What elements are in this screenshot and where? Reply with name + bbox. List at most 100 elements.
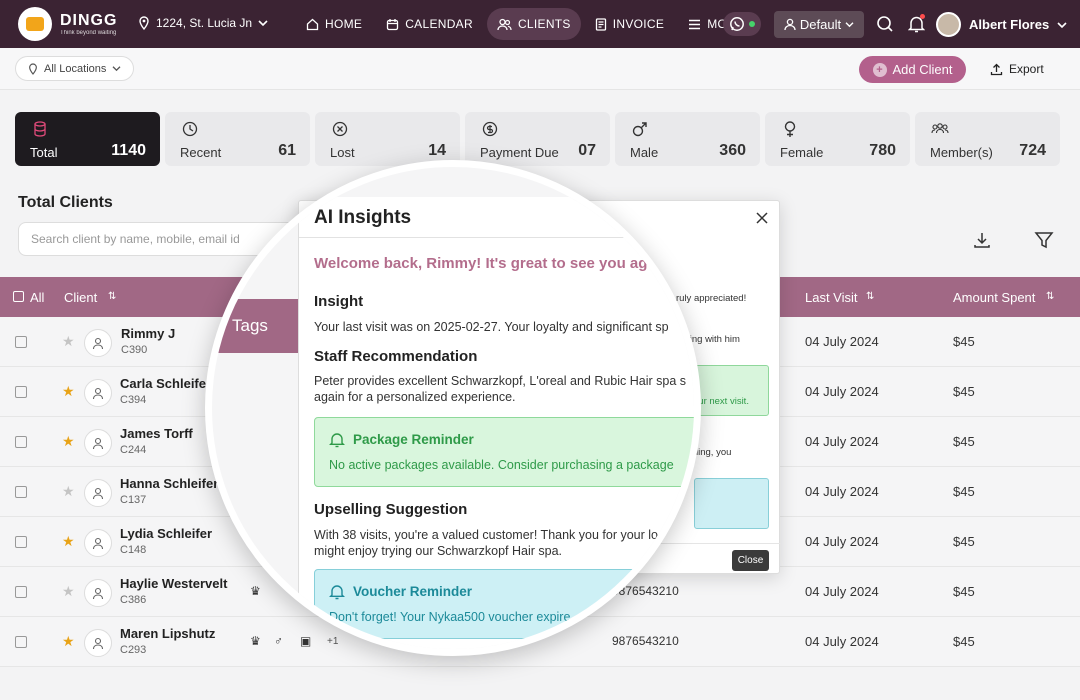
location-label: 1224, St. Lucia Jn bbox=[156, 16, 253, 30]
voucher-text: Don't forget! Your Nykaa500 voucher expi… bbox=[329, 610, 571, 624]
row-checkbox[interactable] bbox=[15, 536, 27, 548]
staff-heading: Staff Recommendation bbox=[314, 348, 478, 365]
magnifier-lens: Tags AI Insights Welcome back, Rimmy! It… bbox=[205, 160, 701, 656]
stat-card-lost[interactable]: Lost 14 bbox=[315, 112, 460, 166]
select-all-checkbox[interactable] bbox=[13, 291, 24, 302]
female-icon bbox=[784, 121, 796, 137]
client-name[interactable]: Hanna Schleifer bbox=[120, 476, 218, 491]
client-code: C293 bbox=[120, 644, 147, 656]
online-dot bbox=[749, 21, 755, 27]
stat-card-female[interactable]: Female 780 bbox=[765, 112, 910, 166]
users-icon bbox=[497, 18, 512, 30]
stat-card-total[interactable]: Total 1140 bbox=[15, 112, 160, 166]
last-visit-date: 04 July 2024 bbox=[805, 384, 879, 399]
stat-label: Male bbox=[630, 145, 659, 160]
nav-clients[interactable]: CLIENTS bbox=[486, 8, 581, 40]
export-button[interactable]: Export bbox=[990, 62, 1044, 76]
staff-text: Peter provides excellent Schwarzkopf, L'… bbox=[314, 374, 687, 388]
package-reminder: Package Reminder No active packages avai… bbox=[314, 417, 694, 487]
nav-calendar-label: CALENDAR bbox=[405, 17, 473, 31]
notification-bell-icon[interactable] bbox=[906, 14, 926, 34]
stat-value: 07 bbox=[578, 142, 596, 159]
stat-card-members[interactable]: Member(s) 724 bbox=[915, 112, 1060, 166]
stat-value: 1140 bbox=[111, 142, 146, 159]
client-name[interactable]: Maren Lipshutz bbox=[120, 626, 215, 641]
export-label: Export bbox=[1009, 62, 1044, 76]
user-name: Albert Flores bbox=[969, 17, 1050, 32]
upsell-text-2: might enjoy trying our Schwarzkopf Hair … bbox=[314, 544, 563, 558]
star-icon[interactable]: ★ bbox=[62, 483, 75, 500]
row-checkbox[interactable] bbox=[15, 486, 27, 498]
avatar bbox=[84, 529, 112, 557]
stat-card-recent[interactable]: Recent 61 bbox=[165, 112, 310, 166]
insight-heading: Insight bbox=[314, 293, 364, 310]
close-button[interactable]: Close bbox=[732, 550, 769, 571]
insight-text: Your last visit was on 2025-02-27. Your … bbox=[314, 320, 669, 334]
client-code: C148 bbox=[120, 544, 147, 556]
chevron-down-icon bbox=[112, 66, 121, 72]
row-checkbox[interactable] bbox=[15, 336, 27, 348]
client-name[interactable]: James Torff bbox=[120, 426, 193, 441]
ai-insights-panel: AI Insights Welcome back, Rimmy! It's gr… bbox=[298, 197, 694, 649]
modal-title: AI Insights bbox=[314, 207, 412, 228]
database-icon bbox=[34, 121, 46, 137]
nav-invoice-label: INVOICE bbox=[612, 17, 665, 31]
star-icon[interactable]: ★ bbox=[62, 633, 75, 650]
sort-icon[interactable]: ⇅ bbox=[1046, 291, 1054, 302]
avatar bbox=[84, 379, 112, 407]
row-checkbox[interactable] bbox=[15, 436, 27, 448]
nav-invoice[interactable]: INVOICE bbox=[585, 8, 674, 40]
voucher-reminder: Voucher Reminder Don't forget! Your Nyka… bbox=[314, 569, 694, 639]
stat-value: 360 bbox=[719, 142, 746, 159]
user-menu[interactable]: Albert Flores bbox=[936, 12, 1067, 37]
sort-icon[interactable]: ⇅ bbox=[108, 291, 116, 302]
search-icon[interactable] bbox=[875, 14, 895, 34]
profile-default-dropdown[interactable]: Default bbox=[774, 11, 864, 38]
header-last-visit[interactable]: Last Visit bbox=[805, 290, 858, 305]
amount-spent: $45 bbox=[953, 484, 975, 499]
row-checkbox[interactable] bbox=[15, 386, 27, 398]
notification-dot bbox=[920, 14, 925, 19]
default-label: Default bbox=[799, 17, 842, 32]
close-icon[interactable] bbox=[756, 212, 768, 224]
nav-clients-label: CLIENTS bbox=[517, 17, 571, 31]
download-icon[interactable] bbox=[972, 230, 992, 250]
star-icon[interactable]: ★ bbox=[62, 583, 75, 600]
upload-icon bbox=[990, 63, 1003, 75]
star-icon[interactable]: ★ bbox=[62, 333, 75, 350]
amount-spent: $45 bbox=[953, 634, 975, 649]
nav-home[interactable]: HOME bbox=[296, 8, 372, 40]
stat-card-payment-due[interactable]: Payment Due 07 bbox=[465, 112, 610, 166]
invoice-icon bbox=[595, 17, 606, 31]
brand-logo[interactable]: DINGG Think beyond waiting bbox=[18, 7, 117, 41]
location-selector[interactable]: 1224, St. Lucia Jn bbox=[138, 16, 268, 30]
amount-spent: $45 bbox=[953, 534, 975, 549]
star-icon[interactable]: ★ bbox=[62, 533, 75, 550]
client-name[interactable]: Rimmy J bbox=[121, 326, 175, 341]
row-checkbox[interactable] bbox=[15, 586, 27, 598]
package-text: No active packages available. Consider p… bbox=[329, 458, 674, 472]
amount-spent: $45 bbox=[953, 434, 975, 449]
client-name[interactable]: Lydia Schleifer bbox=[120, 526, 212, 541]
all-locations-filter[interactable]: All Locations bbox=[15, 56, 135, 81]
upsell-heading: Upselling Suggestion bbox=[314, 501, 468, 518]
whatsapp-status[interactable] bbox=[723, 12, 761, 36]
client-name[interactable]: Carla Schleifer bbox=[120, 376, 211, 391]
chevron-down-icon bbox=[1057, 21, 1067, 28]
stat-label: Lost bbox=[330, 145, 355, 160]
stat-value: 780 bbox=[869, 142, 896, 159]
stat-label: Female bbox=[780, 145, 824, 160]
brand-name: DINGG bbox=[60, 12, 118, 29]
add-client-button[interactable]: + Add Client bbox=[859, 56, 966, 83]
header-amount-spent[interactable]: Amount Spent bbox=[953, 290, 1035, 305]
modal-text-fragment: our next visit. bbox=[693, 396, 749, 407]
star-icon[interactable]: ★ bbox=[62, 383, 75, 400]
row-checkbox[interactable] bbox=[15, 636, 27, 648]
stat-label: Payment Due bbox=[480, 145, 559, 160]
sort-icon[interactable]: ⇅ bbox=[866, 291, 874, 302]
star-icon[interactable]: ★ bbox=[62, 433, 75, 450]
nav-calendar[interactable]: CALENDAR bbox=[376, 8, 483, 40]
filter-icon[interactable] bbox=[1034, 230, 1054, 250]
stat-card-male[interactable]: Male 360 bbox=[615, 112, 760, 166]
header-client[interactable]: Client bbox=[64, 290, 97, 305]
